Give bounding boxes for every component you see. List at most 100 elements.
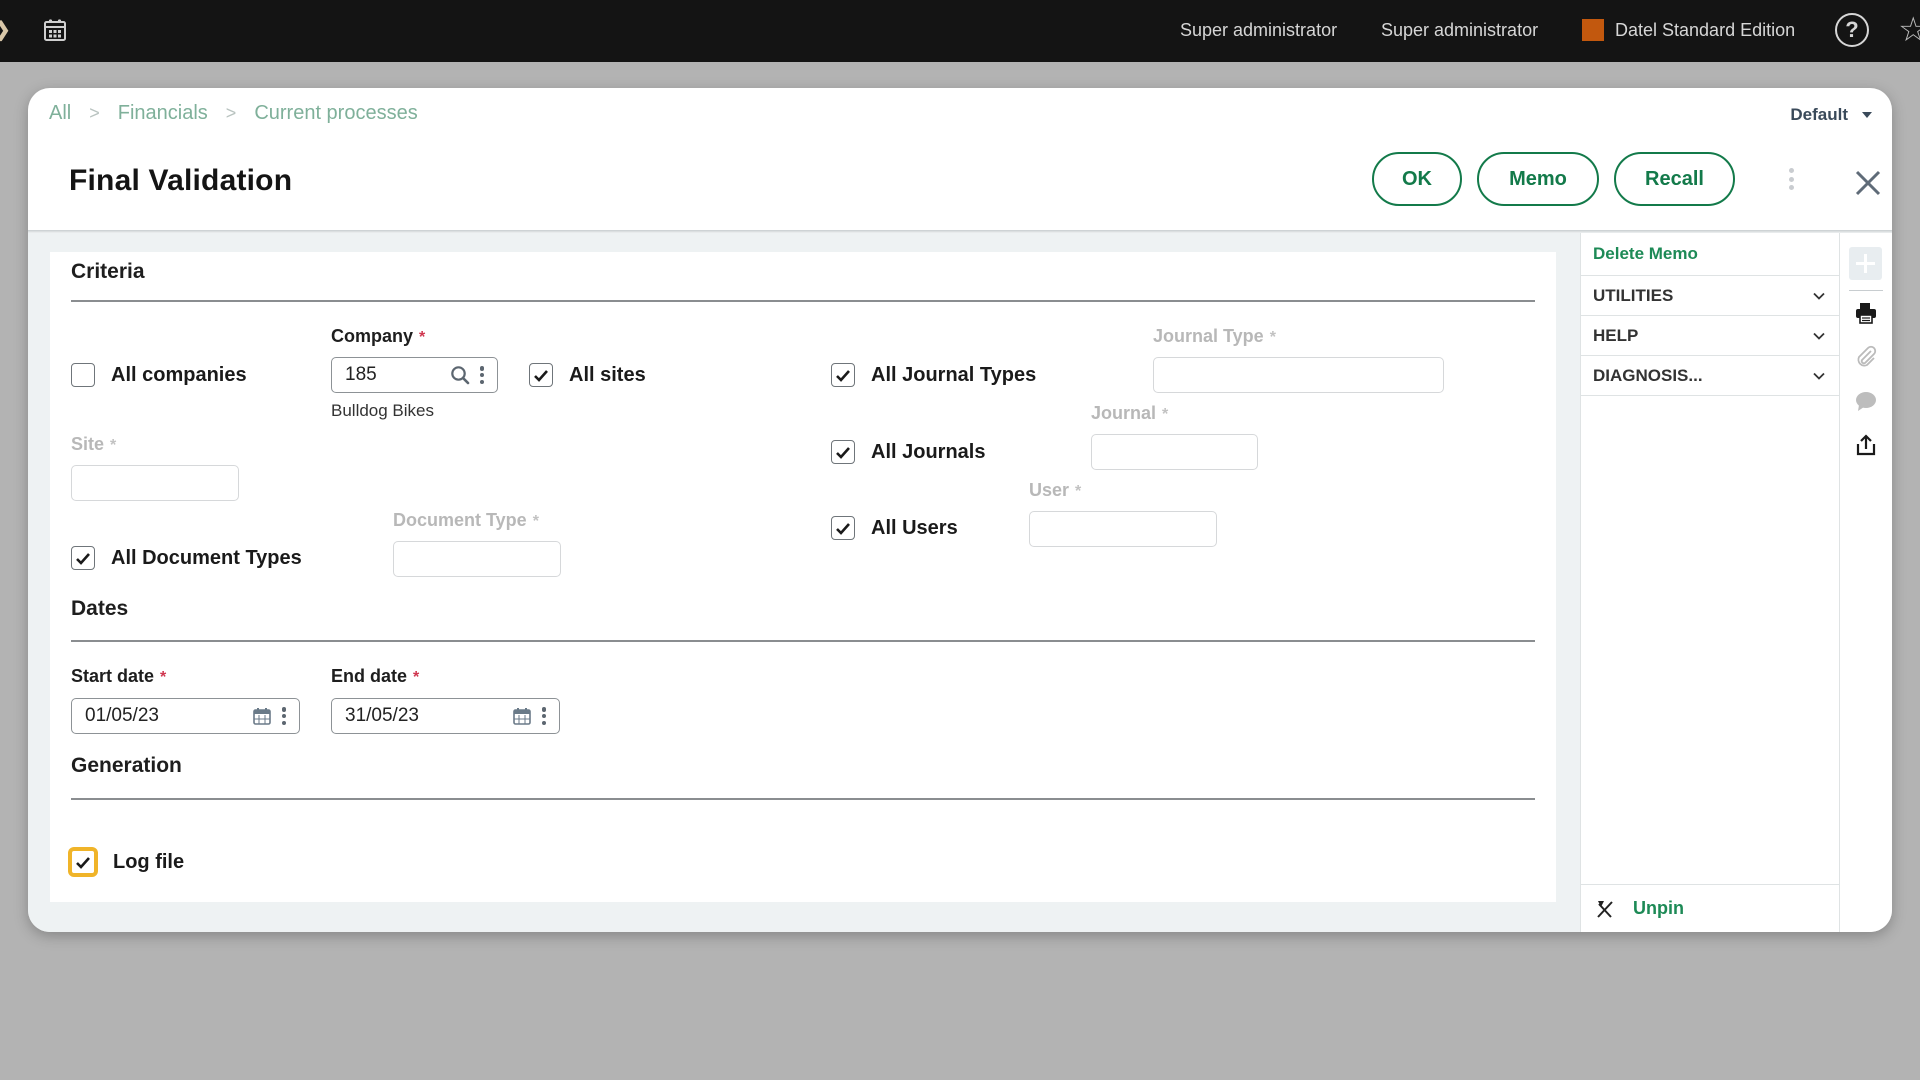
all-companies-checkbox[interactable]: All companies [71,363,247,387]
chevron-down-icon [1813,332,1825,340]
view-selector[interactable]: Default [1790,105,1872,125]
breadcrumb: All > Financials > Current processes [49,102,418,125]
side-section-utilities[interactable]: UTILITIES [1581,276,1839,316]
journal-label: Journal * [1091,403,1168,424]
breadcrumb-financials[interactable]: Financials [118,102,208,125]
section-title-dates: Dates [71,597,129,620]
journal-type-field[interactable] [1153,357,1444,393]
journal-type-label: Journal Type * [1153,326,1276,347]
field-menu-icon[interactable] [541,707,547,725]
required-mark: * [1162,406,1169,423]
company-field[interactable]: 185 [331,357,498,393]
view-selector-label: Default [1790,105,1848,124]
user-role[interactable]: Super administrator [1180,19,1337,41]
checkbox-box[interactable] [69,848,97,876]
page-title: Final Validation [69,164,293,197]
top-bar: ❯ Super administrator Super administrato… [0,0,1920,62]
site-label: Site * [71,434,116,455]
required-mark: * [419,329,426,346]
user-label: User * [1029,480,1081,501]
checkbox-label: All sites [569,363,646,386]
journal-field[interactable] [1091,434,1258,470]
user-field[interactable] [1029,511,1217,547]
checkbox-label: All Journal Types [871,363,1037,386]
document-type-field[interactable] [393,541,561,577]
field-menu-icon[interactable] [281,707,287,725]
calendar-icon[interactable] [511,705,533,727]
side-section-label: HELP [1593,325,1639,345]
calendar-icon[interactable] [43,18,67,42]
field-menu-icon[interactable] [479,366,485,384]
icon-rail [1840,233,1892,932]
breadcrumb-all[interactable]: All [49,102,71,125]
checkmark-icon [534,369,548,382]
checkbox-box[interactable] [71,546,95,570]
end-date-field[interactable]: 31/05/23 [331,698,560,734]
side-section-label: DIAGNOSIS... [1593,365,1703,385]
all-sites-checkbox[interactable]: All sites [529,363,646,387]
label-text: End date [331,666,408,686]
star-icon[interactable]: ☆ [1898,10,1920,50]
edition-color-swatch [1582,19,1604,41]
caret-down-icon [1862,112,1872,118]
all-document-types-checkbox[interactable]: All Document Types [71,546,302,570]
user-name[interactable]: Super administrator [1381,19,1538,41]
start-date-value: 01/05/23 [85,705,159,726]
required-mark: * [413,669,420,686]
unpin-button[interactable]: Unpin [1581,884,1839,932]
all-users-checkbox[interactable]: All Users [831,516,958,540]
required-mark: * [110,437,117,454]
side-panel: Delete Memo UTILITIES HELP DIAGNOSIS... … [1580,233,1840,932]
label-text: Company [331,326,414,346]
start-date-field[interactable]: 01/05/23 [71,698,300,734]
required-mark: * [1269,329,1276,346]
label-text: Journal Type [1153,326,1264,346]
checkbox-label: All companies [111,363,247,386]
checkbox-label: All Journals [871,440,986,463]
attachment-icon[interactable] [1854,345,1878,369]
close-icon[interactable] [1853,168,1883,198]
breadcrumb-current-processes[interactable]: Current processes [254,102,417,125]
search-icon[interactable] [449,364,471,386]
unpin-label: Unpin [1633,898,1684,918]
side-section-help[interactable]: HELP [1581,316,1839,356]
all-journals-checkbox[interactable]: All Journals [831,440,985,464]
comment-icon[interactable] [1854,389,1878,413]
checkmark-icon [836,522,850,535]
memo-button[interactable]: Memo [1477,152,1599,206]
all-journal-types-checkbox[interactable]: All Journal Types [831,363,1036,387]
delete-memo-link[interactable]: Delete Memo [1581,233,1839,276]
ok-button[interactable]: OK [1372,152,1462,206]
calendar-icon[interactable] [251,705,273,727]
form-panel: Criteria All companies Company * 185 Bull… [50,252,1556,902]
more-actions-icon[interactable] [1788,168,1794,190]
help-icon[interactable]: ? [1835,13,1869,47]
log-file-checkbox[interactable]: Log file [69,848,184,876]
label-text: Site [71,434,105,454]
share-icon[interactable] [1854,433,1878,457]
label-text: User [1029,480,1070,500]
checkbox-box[interactable] [71,363,95,387]
checkmark-icon [836,369,850,382]
site-field[interactable] [71,465,239,501]
edition-name[interactable]: Datel Standard Edition [1615,19,1795,41]
checkbox-box[interactable] [831,516,855,540]
company-label: Company * [331,326,425,347]
print-icon[interactable] [1854,301,1878,325]
menu-icon[interactable]: ❯ [0,20,11,40]
checkbox-box[interactable] [529,363,553,387]
section-divider [71,640,1535,642]
document-type-label: Document Type * [393,510,539,531]
checkmark-icon [836,446,850,459]
checkbox-box[interactable] [831,440,855,464]
add-icon[interactable] [1849,247,1882,280]
recall-button[interactable]: Recall [1614,152,1735,206]
checkbox-box[interactable] [831,363,855,387]
side-section-label: UTILITIES [1593,285,1674,305]
side-section-diagnosis[interactable]: DIAGNOSIS... [1581,356,1839,396]
unpin-icon [1597,900,1613,918]
checkmark-icon [76,856,90,869]
chevron-down-icon [1813,372,1825,380]
company-description: Bulldog Bikes [331,401,435,420]
end-date-value: 31/05/23 [345,705,419,726]
